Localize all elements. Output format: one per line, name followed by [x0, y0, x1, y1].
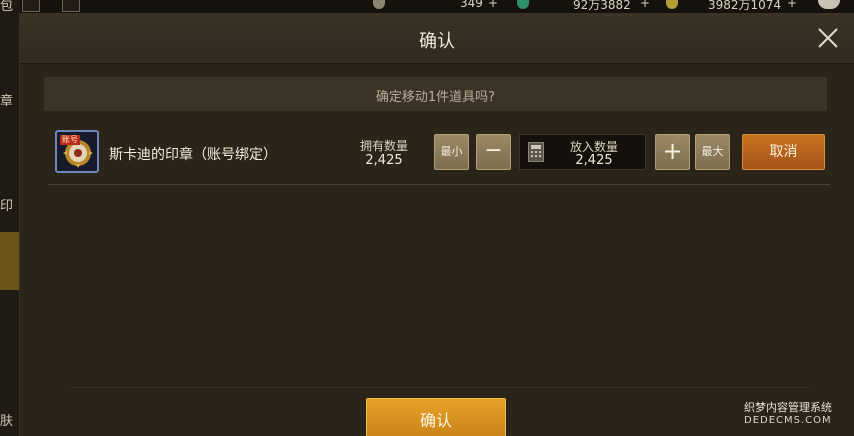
resource-value-moon: 349 — [460, 0, 483, 10]
min-button[interactable]: 最小 — [434, 134, 469, 170]
left-menu-label-stamp[interactable]: 印 — [0, 195, 13, 214]
watermark-title: 织梦内容管理系统 — [744, 401, 832, 414]
add-gem-button[interactable]: + — [640, 0, 650, 10]
confirm-message-bar: 确定移动1件道具吗? — [44, 77, 827, 111]
dialog-header: 确认 — [20, 14, 854, 64]
close-tab-icon[interactable] — [62, 0, 80, 12]
confirm-dialog: 确认 确定移动1件道具吗? 账号 斯卡迪的印章（账号绑定） 拥有数量 2,425… — [20, 14, 854, 436]
quantity-input[interactable]: 放入数量 2,425 — [519, 134, 646, 170]
game-screen: 349 + 92万3882 + 3982万1074 + 包 章 印 肤 确认 确… — [0, 0, 854, 436]
add-gold-button[interactable]: + — [787, 0, 797, 10]
moon-icon — [373, 0, 385, 9]
max-button[interactable]: 最大 — [695, 134, 730, 170]
footer-divider — [70, 387, 810, 388]
owned-quantity-value: 2,425 — [365, 153, 403, 168]
quantity-value[interactable]: 2,425 — [546, 153, 642, 168]
left-menu-label-seal[interactable]: 章 — [0, 90, 13, 109]
item-row: 账号 斯卡迪的印章（账号绑定） 拥有数量 2,425 最小 − 放入数量 2,4… — [48, 124, 830, 185]
left-menu-selected[interactable] — [0, 232, 20, 290]
left-menu-label-bag[interactable]: 包 — [0, 0, 13, 14]
left-menu: 包 章 印 肤 — [0, 0, 20, 436]
add-moon-button[interactable]: + — [488, 0, 498, 10]
cancel-button[interactable]: 取消 — [742, 134, 825, 170]
bound-badge: 账号 — [60, 135, 80, 145]
close-button[interactable] — [816, 26, 840, 50]
decrement-button[interactable]: − — [476, 134, 511, 170]
menu-tab-icon[interactable] — [22, 0, 40, 12]
item-name: 斯卡迪的印章（账号绑定） — [109, 147, 277, 163]
avatar[interactable] — [818, 0, 840, 9]
increment-button[interactable]: + — [655, 134, 690, 170]
calculator-icon[interactable] — [528, 142, 544, 162]
confirm-button[interactable]: 确认 — [366, 398, 506, 436]
watermark-url: DEDECMS.COM — [744, 415, 832, 426]
left-menu-label-skin[interactable]: 肤 — [0, 410, 13, 429]
top-resource-bar: 349 + 92万3882 + 3982万1074 + — [0, 0, 854, 14]
dialog-title: 确认 — [419, 31, 455, 52]
gold-coin-icon — [666, 0, 678, 9]
close-icon — [818, 28, 838, 48]
gem-icon — [517, 0, 529, 9]
confirm-message: 确定移动1件道具吗? — [375, 90, 496, 105]
item-icon: 账号 — [55, 130, 99, 173]
resource-value-gem: 92万3882 — [573, 0, 631, 12]
resource-value-gold: 3982万1074 — [708, 0, 782, 12]
owned-quantity-label: 拥有数量 — [359, 139, 408, 153]
